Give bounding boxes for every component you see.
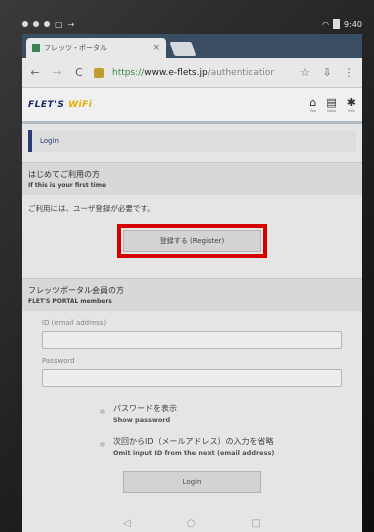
back-nav-icon[interactable]: ◁ <box>123 518 131 529</box>
inbox-nav[interactable]: ▤ Inbox <box>326 96 336 113</box>
recents-nav-icon[interactable]: □ <box>251 518 260 529</box>
info-nav[interactable]: ✱ Info <box>347 96 356 113</box>
status-bar: ▢ ⇢ ◠ 9:40 <box>22 14 362 34</box>
members-title-jp: フレッツポータル会員の方 <box>28 286 124 295</box>
arrow-icon: ⇢ <box>67 19 75 29</box>
first-time-title-jp: はじめてご利用の方 <box>28 170 100 179</box>
forward-icon[interactable]: → <box>50 66 64 79</box>
download-icon[interactable]: ⇩ <box>320 66 334 79</box>
site-logo[interactable]: FLET'S WiFi <box>28 100 92 110</box>
new-tab-button[interactable] <box>169 42 197 56</box>
back-icon[interactable]: ← <box>28 66 42 79</box>
address-bar[interactable]: https://www.e-flets.jp/authenticatior <box>112 68 290 78</box>
star-icon[interactable]: ☆ <box>298 66 312 79</box>
id-label: ID (email address) <box>42 319 107 327</box>
home-nav-icon[interactable]: ○ <box>187 518 196 529</box>
page-content: Login はじめてご利用の方 If this is your first ti… <box>22 130 362 493</box>
login-options: パスワードを表示 Show password 次回からID（メールアドレス）の入… <box>22 387 362 457</box>
home-icon: ⌂ <box>309 96 317 109</box>
home-nav[interactable]: ⌂ Top <box>309 96 316 113</box>
screen: フレッツ・ポータル × ← → C https://www.e-flets.jp… <box>22 34 362 532</box>
notification-icon <box>44 21 50 27</box>
show-password-checkbox[interactable] <box>100 409 105 414</box>
tab-strip: フレッツ・ポータル × <box>22 34 362 58</box>
notification-icon <box>33 21 39 27</box>
password-label: Password <box>42 357 75 365</box>
photo-icon: ▢ <box>55 19 63 29</box>
notification-icon <box>22 21 28 27</box>
site-nav: ⌂ Top ▤ Inbox ✱ Info <box>309 96 356 113</box>
browser-tab[interactable]: フレッツ・ポータル × <box>26 38 166 58</box>
login-heading: Login <box>28 130 356 152</box>
tab-title: フレッツ・ポータル <box>44 44 107 52</box>
email-field[interactable] <box>42 331 342 349</box>
status-time: 9:40 <box>344 19 362 29</box>
members-title-en: FLET'S PORTAL members <box>28 298 112 305</box>
close-icon[interactable]: × <box>152 43 166 53</box>
android-nav-bar: ◁ ○ □ <box>22 514 362 532</box>
battery-icon <box>333 19 341 29</box>
login-button[interactable]: Login <box>123 471 261 493</box>
omit-id-checkbox[interactable] <box>100 442 105 447</box>
first-time-title-en: If this is your first time <box>28 182 107 189</box>
omit-id-option[interactable]: 次回からID（メールアドレス）の入力を省略 Omit input ID from… <box>100 436 362 457</box>
first-time-section-header: はじめてご利用の方 If this is your first time <box>22 162 362 195</box>
favicon-icon <box>32 44 40 52</box>
lock-icon <box>94 67 104 78</box>
menu-icon[interactable]: ⋮ <box>342 66 356 79</box>
register-button[interactable]: 登録する (Register) <box>123 230 261 252</box>
show-password-option[interactable]: パスワードを表示 Show password <box>100 403 362 424</box>
browser-toolbar: ← → C https://www.e-flets.jp/authenticat… <box>22 58 362 88</box>
password-field[interactable] <box>42 369 342 387</box>
reload-icon[interactable]: C <box>72 66 86 79</box>
gear-icon: ✱ <box>346 96 356 109</box>
register-highlight-box: 登録する (Register) <box>117 224 267 258</box>
mail-icon: ▤ <box>326 96 337 109</box>
members-section-header: フレッツポータル会員の方 FLET'S PORTAL members <box>22 278 362 311</box>
registration-note: ご利用には、ユーザ登録が必要です。 <box>28 204 155 213</box>
site-header: FLET'S WiFi ⌂ Top ▤ Inbox ✱ Info <box>22 88 362 124</box>
wifi-icon: ◠ <box>322 19 330 29</box>
